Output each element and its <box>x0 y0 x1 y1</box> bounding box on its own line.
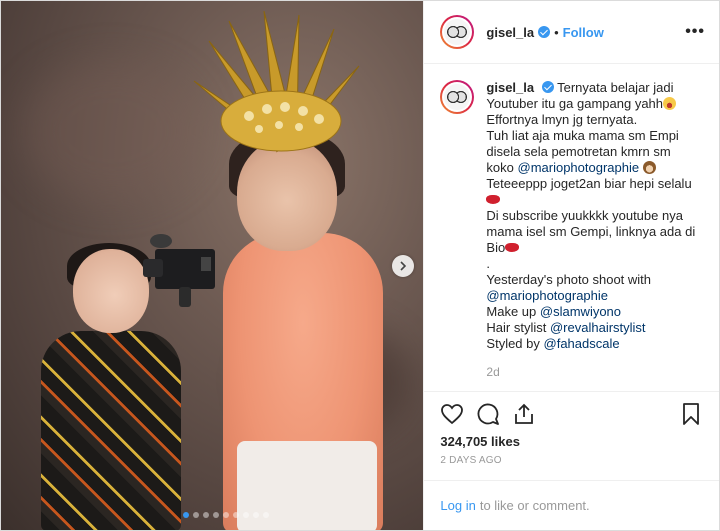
caption-text: Make up <box>486 304 537 319</box>
verified-badge-icon <box>538 26 551 38</box>
mention-link[interactable]: @slamwiyono <box>540 304 621 319</box>
post-sidebar: gisel_la • Follow ••• gisel_la Ternyata … <box>423 1 719 530</box>
avatar-image <box>444 19 471 45</box>
post-photo[interactable] <box>1 1 424 530</box>
carousel-indicator <box>183 512 269 518</box>
heart-icon[interactable] <box>440 402 464 426</box>
lips-emoji-icon <box>505 243 520 252</box>
caption-text: Ternyata belajar jadi <box>557 80 674 95</box>
child-sarong <box>41 331 181 530</box>
more-options-icon[interactable]: ••• <box>685 23 705 41</box>
bookmark-icon[interactable] <box>679 402 703 426</box>
login-prompt: Log in to like or comment. <box>424 480 719 530</box>
caption-text: Hair stylist <box>486 320 547 335</box>
caption-username-link[interactable]: gisel_la <box>486 80 534 95</box>
chevron-right-icon <box>400 261 407 271</box>
avatar[interactable] <box>440 15 475 49</box>
avatar[interactable] <box>440 80 475 114</box>
post-header: gisel_la • Follow ••• <box>424 1 719 64</box>
login-prompt-text: to like or comment. <box>479 498 590 513</box>
post-caption: gisel_la Ternyata belajar jadi Youtuber … <box>486 80 701 391</box>
monkey-emoji-icon <box>642 161 656 174</box>
caption-text: Yesterday's photo shoot with <box>486 272 652 287</box>
separator-dot: • <box>554 24 559 40</box>
caption-age[interactable]: 2d <box>486 364 701 380</box>
carousel-dot <box>233 512 239 518</box>
avatar-image <box>444 84 471 110</box>
mention-link[interactable]: @mariophotographie <box>486 288 608 303</box>
caption-text: Di subscribe yuukkkk youtube nya <box>486 208 683 223</box>
next-photo-button[interactable] <box>392 255 414 277</box>
carousel-dot <box>203 512 209 518</box>
post-actions: 324,705 likes 2 DAYS AGO <box>424 391 719 466</box>
carousel-dot <box>183 512 189 518</box>
caption-text: Bio <box>486 240 506 255</box>
carousel-dot <box>243 512 249 518</box>
comment-icon[interactable] <box>476 402 500 426</box>
carousel-dot <box>263 512 269 518</box>
verified-badge-icon <box>541 81 554 93</box>
mention-link[interactable]: @fahadscale <box>544 336 620 351</box>
carousel-dot <box>253 512 259 518</box>
share-icon[interactable] <box>512 402 536 426</box>
caption-text: disela sela pemotretan kmrn sm <box>486 144 671 159</box>
carousel-dot <box>223 512 229 518</box>
caption-text: koko <box>486 160 514 175</box>
caption-text: Tuh liat aja muka mama sm Empi <box>486 128 679 143</box>
likes-count[interactable]: 324,705 likes <box>440 434 703 449</box>
carousel-dot <box>213 512 219 518</box>
laughing-emoji-icon <box>663 97 677 110</box>
caption-text: . <box>486 256 491 271</box>
caption-text: Styled by <box>486 336 540 351</box>
child-face <box>73 249 149 333</box>
follow-button[interactable]: Follow <box>563 25 604 40</box>
backdrop-texture <box>21 61 201 201</box>
username-link[interactable]: gisel_la <box>486 25 534 40</box>
mention-link[interactable]: @mariophotographie <box>518 160 640 175</box>
caption-text: Youtuber itu ga gampang yahh <box>486 96 664 111</box>
caption-text: Teteeeppp joget2an biar hepi selalu <box>486 176 692 191</box>
comments-section: gisel_la Ternyata belajar jadi Youtuber … <box>424 64 719 391</box>
post-timestamp: 2 DAYS AGO <box>440 455 502 466</box>
action-icons <box>440 394 703 434</box>
vlog-camera <box>143 234 215 307</box>
lips-emoji-icon <box>486 195 501 204</box>
caption-text: Effortnya lmyn jg ternyata. <box>486 112 638 127</box>
gold-headdress <box>193 11 360 153</box>
login-link[interactable]: Log in <box>440 498 475 513</box>
post-modal: gisel_la • Follow ••• gisel_la Ternyata … <box>0 0 720 531</box>
caption-text: mama isel sm Gempi, linknya ada di <box>486 224 696 239</box>
carousel-dot <box>193 512 199 518</box>
mention-link[interactable]: @revalhairstylist <box>550 320 646 335</box>
